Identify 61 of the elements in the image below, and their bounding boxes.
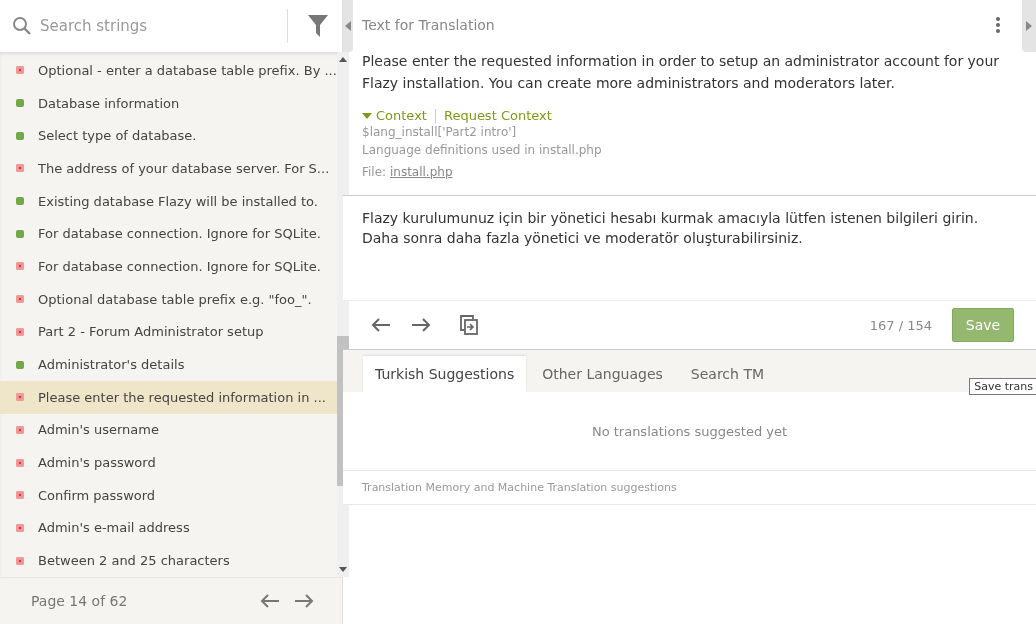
suggestions-footer: Translation Memory and Machine Translation suggestions <box>362 481 677 494</box>
tooltip: Save trans <box>969 378 1036 395</box>
string-list-item[interactable]: Optional - enter a database table prefix. By ... <box>0 54 337 87</box>
item-text: Admin's e-mail address <box>38 520 190 536</box>
item-text: Please enter the requested information in ... <box>38 389 326 405</box>
context-key: $lang_install['Part2 intro'] <box>362 123 1014 141</box>
item-text: Admin's password <box>38 455 156 471</box>
context-note: Language definitions used in install.php <box>362 142 603 159</box>
search-icon <box>12 16 32 36</box>
item-text: Database information <box>38 95 180 111</box>
empty-message: No translations suggested yet <box>591 423 788 439</box>
previous-icon[interactable] <box>371 317 391 333</box>
previous-page-icon[interactable] <box>260 593 280 609</box>
copy-source-icon[interactable] <box>459 314 479 336</box>
item-text: Confirm password <box>38 487 156 503</box>
item-text: Admin's username <box>38 422 159 438</box>
item-text: Between 2 and 25 characters <box>38 553 230 569</box>
search-field[interactable]: Search strings <box>0 0 267 52</box>
suggestions-tab[interactable]: Other Languages <box>530 356 675 392</box>
string-list-item[interactable]: The address of your database server. For S... <box>0 152 337 185</box>
string-list-item[interactable]: Admin's password <box>0 446 337 479</box>
source-text: Please enter the requested information in order to setup an administrator account for your Flazy installation. You can create more administrators and moderators later. <box>362 52 1001 93</box>
string-list-item[interactable]: Administrator's details <box>0 348 337 381</box>
collapse-right-handle[interactable] <box>1022 0 1036 52</box>
next-page-icon[interactable] <box>294 593 314 609</box>
scroll-down-icon[interactable] <box>338 567 347 572</box>
string-list-item[interactable]: Admin's e-mail address <box>0 511 337 545</box>
string-list-item[interactable]: Select type of database. <box>0 119 337 153</box>
collapse-left-handle[interactable] <box>343 0 353 52</box>
string-list-item[interactable]: Admin's username <box>0 413 337 447</box>
item-text: Existing database Flazy will be installed to. <box>38 193 318 209</box>
filter-icon[interactable] <box>308 15 328 37</box>
item-text: For database connection. Ignore for SQLite. <box>38 258 321 274</box>
scroll-up-icon[interactable] <box>338 57 347 62</box>
file-link[interactable]: install.php <box>389 165 453 179</box>
item-text: Select type of database. <box>38 128 197 144</box>
item-text: The address of your database server. For S... <box>38 160 330 176</box>
translation-field[interactable]: Flazy kurulumunuz için bir yönetici hesabı kurmak amacıyla lütfen istenen bilgileri girin. Daha sonra daha fazla yönetici ve moderatör oluşturabilirsiniz. <box>343 196 1036 301</box>
next-icon[interactable] <box>411 317 431 333</box>
string-list-item[interactable]: Existing database Flazy will be installed to. <box>0 184 337 218</box>
string-list-item[interactable]: For database connection. Ignore for SQLite. <box>0 217 337 251</box>
suggestions-tab[interactable]: Turkish Suggestions <box>363 356 527 392</box>
suggestions-tab[interactable]: Search TM <box>678 356 776 392</box>
character-counter: 167 / 154 <box>869 317 932 333</box>
string-list-item[interactable]: For database connection. Ignore for SQLite. <box>0 250 337 283</box>
more-menu-icon[interactable] <box>996 17 1000 33</box>
file-label: File: <box>362 165 387 179</box>
item-text: Optional - enter a database table prefix. By ... <box>38 62 337 78</box>
string-list-item[interactable]: Please enter the requested information in ... <box>0 380 337 414</box>
string-list-item[interactable]: Between 2 and 25 characters <box>0 544 337 577</box>
item-text: Administrator's details <box>38 357 185 373</box>
caret-icon <box>362 112 372 119</box>
item-text: Optional database table prefix e.g. "foo_". <box>38 291 312 307</box>
item-text: For database connection. Ignore for SQLite. <box>38 226 321 242</box>
item-text: Part 2 - Forum Administrator setup <box>38 324 264 340</box>
string-list-item[interactable]: Confirm password <box>0 478 337 512</box>
page-indicator: Page 14 of 62 <box>31 593 128 609</box>
string-list-item[interactable]: Optional database table prefix e.g. "foo_". <box>0 282 337 316</box>
string-list-item[interactable]: Database information <box>0 86 337 120</box>
string-list-item[interactable]: Part 2 - Forum Administrator setup <box>0 315 337 349</box>
panel-title: Text for Translation <box>362 17 495 33</box>
